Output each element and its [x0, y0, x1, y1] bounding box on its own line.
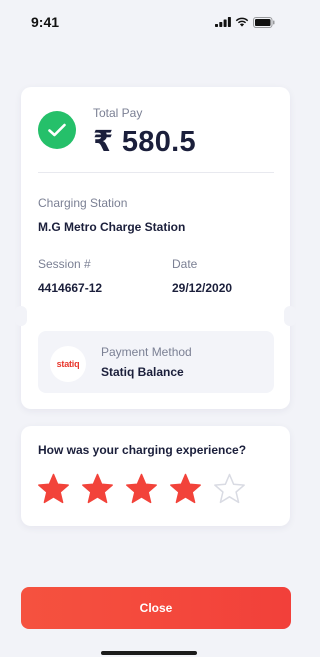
wifi-icon — [235, 17, 249, 27]
charging-station-label: Charging Station — [38, 196, 128, 210]
date-label: Date — [172, 257, 198, 271]
receipt-notch-left — [15, 306, 27, 326]
close-button[interactable]: Close — [21, 587, 291, 629]
receipt-notch-right — [284, 306, 296, 326]
statiq-logo: statiq — [50, 346, 86, 382]
home-indicator — [101, 651, 197, 655]
session-value: 4414667-12 — [38, 281, 103, 295]
rating-question: How was your charging experience? — [38, 443, 247, 457]
star-filled-icon[interactable] — [37, 473, 70, 506]
cellular-signal-icon — [215, 17, 231, 27]
star-rating — [37, 473, 246, 506]
star-filled-icon[interactable] — [169, 473, 202, 506]
total-pay-amount: ₹ 580.5 — [93, 126, 196, 158]
success-check-icon — [38, 111, 76, 149]
star-filled-icon[interactable] — [125, 473, 158, 506]
charging-station-value: M.G Metro Charge Station — [38, 220, 186, 234]
receipt-divider — [38, 172, 274, 173]
payment-method-value: Statiq Balance — [101, 365, 184, 379]
session-label: Session # — [38, 257, 91, 271]
payment-method-label: Payment Method — [101, 345, 192, 359]
status-time: 9:41 — [31, 14, 60, 30]
star-empty-icon[interactable] — [213, 473, 246, 506]
date-value: 29/12/2020 — [172, 281, 233, 295]
battery-icon — [253, 16, 275, 28]
star-filled-icon[interactable] — [81, 473, 114, 506]
status-bar: 9:41 — [0, 0, 295, 44]
total-pay-label: Total Pay — [93, 106, 143, 120]
status-icons — [215, 16, 275, 28]
